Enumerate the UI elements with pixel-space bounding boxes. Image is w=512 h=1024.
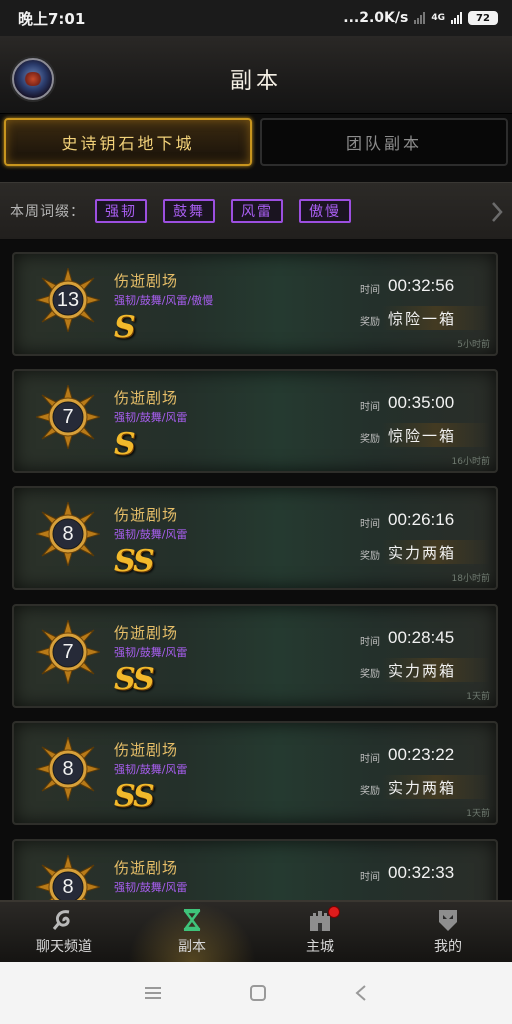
run-affixes: 强韧/鼓舞/风雷/傲慢 — [114, 294, 214, 307]
run-list: 13 伤逝剧场 强韧/鼓舞/风雷/傲慢 S 时间 00:32:56 奖励 惊险一… — [0, 244, 512, 900]
reward-label: 奖励 — [360, 434, 380, 445]
time-label: 时间 — [360, 285, 380, 296]
run-card[interactable]: 7 伤逝剧场 强韧/鼓舞/风雷 SS 时间 00:28:45 奖励 实力两箱 1… — [12, 604, 498, 708]
battery-icon: 72 — [468, 11, 498, 25]
keystone-level: 8 — [62, 875, 74, 898]
run-time-ago: 16小时前 — [451, 457, 490, 467]
nav-chat[interactable]: 聊天频道 — [0, 902, 128, 962]
time-label: 时间 — [360, 754, 380, 765]
keystone-level: 7 — [62, 640, 74, 663]
run-grade: S — [114, 310, 136, 345]
run-time-ago: 1天前 — [466, 809, 490, 819]
reward-label: 奖励 — [360, 669, 380, 680]
run-time: 00:32:33 — [388, 863, 455, 882]
hourglass-icon — [183, 909, 201, 931]
run-grade: SS — [114, 662, 155, 697]
keystone-level: 7 — [62, 405, 74, 428]
run-reward: 实力两箱 — [388, 662, 457, 680]
system-nav-bar — [0, 962, 512, 1024]
keystone-level: 8 — [62, 522, 74, 545]
notification-badge — [328, 906, 340, 918]
menu-icon[interactable] — [144, 985, 162, 1001]
status-time: 晚上7:01 — [18, 9, 86, 28]
nav-label: 我的 — [434, 939, 462, 955]
affix-label: 本周词缀： — [10, 204, 85, 220]
run-card[interactable]: 8 伤逝剧场 强韧/鼓舞/风雷 SS 时间 00:26:16 奖励 实力两箱 1… — [12, 486, 498, 590]
nav-label: 主城 — [306, 939, 334, 955]
run-time: 00:23:22 — [388, 745, 455, 764]
time-label: 时间 — [360, 637, 380, 648]
run-reward: 实力两箱 — [388, 544, 457, 562]
weekly-affixes: 本周词缀： 强韧 鼓舞 风雷 傲慢 — [0, 182, 512, 240]
affix-chip[interactable]: 傲慢 — [299, 199, 351, 223]
tab-raid[interactable]: 团队副本 — [260, 118, 508, 166]
signal-strength-icon — [451, 12, 462, 24]
keystone-level: 8 — [62, 757, 74, 780]
run-grade: S — [114, 427, 136, 462]
run-reward: 实力两箱 — [388, 779, 457, 797]
network-speed: ...2.0K/s — [343, 10, 409, 26]
nav-profile[interactable]: 我的 — [384, 902, 512, 962]
run-time: 00:32:56 — [388, 276, 455, 295]
tab-bar: 史诗钥石地下城 团队副本 — [0, 116, 512, 170]
run-affixes: 强韧/鼓舞/风雷 — [114, 763, 188, 776]
reward-label: 奖励 — [360, 551, 380, 562]
affix-chip[interactable]: 强韧 — [95, 199, 147, 223]
status-bar: 晚上7:01 ...2.0K/s 4G 72 — [0, 0, 512, 36]
run-affixes: 强韧/鼓舞/风雷 — [114, 646, 188, 659]
nav-label: 副本 — [178, 939, 206, 955]
run-affixes: 强韧/鼓舞/风雷 — [114, 881, 188, 894]
nav-dungeons[interactable]: 副本 — [128, 902, 256, 962]
reward-label: 奖励 — [360, 317, 380, 328]
run-grade: SS — [114, 779, 155, 814]
page-title: 副本 — [229, 69, 282, 94]
header: 副本 — [0, 36, 512, 114]
run-time: 00:28:45 — [388, 628, 455, 647]
run-card[interactable]: 8 伤逝剧场 强韧/鼓舞/风雷 时间 00:32:33 — [12, 839, 498, 900]
run-affixes: 强韧/鼓舞/风雷 — [114, 411, 188, 424]
time-label: 时间 — [360, 872, 380, 883]
nav-main-city[interactable]: 主城 — [256, 902, 384, 962]
profile-icon — [439, 910, 457, 931]
dungeon-name: 伤逝剧场 — [114, 506, 179, 524]
run-reward: 惊险一箱 — [388, 427, 457, 445]
reward-label: 奖励 — [360, 786, 380, 797]
run-card[interactable]: 7 伤逝剧场 强韧/鼓舞/风雷 S 时间 00:35:00 奖励 惊险一箱 16… — [12, 369, 498, 473]
run-time-ago: 5小时前 — [457, 340, 490, 350]
nav-label: 聊天频道 — [36, 939, 92, 955]
run-reward: 惊险一箱 — [388, 310, 457, 328]
network-type: 4G — [431, 13, 445, 23]
signal-icon — [414, 12, 426, 24]
back-icon[interactable] — [354, 984, 368, 1002]
status-indicators: ...2.0K/s 4G 72 — [343, 10, 498, 26]
dungeon-name: 伤逝剧场 — [114, 272, 179, 290]
affix-chip[interactable]: 鼓舞 — [163, 199, 215, 223]
run-time: 00:26:16 — [388, 510, 455, 529]
time-label: 时间 — [360, 402, 380, 413]
run-time-ago: 18小时前 — [451, 574, 490, 584]
chat-icon — [52, 910, 70, 930]
run-affixes: 强韧/鼓舞/风雷 — [114, 528, 188, 541]
dungeon-name: 伤逝剧场 — [114, 859, 179, 877]
run-time: 00:35:00 — [388, 393, 455, 412]
run-grade: SS — [114, 544, 155, 579]
chevron-right-icon[interactable] — [490, 200, 504, 224]
bottom-nav: 聊天频道 副本 主城 我的 — [0, 900, 512, 962]
keystone-level: 13 — [56, 288, 80, 311]
dungeon-name: 伤逝剧场 — [114, 741, 179, 759]
run-time-ago: 1天前 — [466, 692, 490, 702]
dungeon-name: 伤逝剧场 — [114, 389, 179, 407]
run-card[interactable]: 8 伤逝剧场 强韧/鼓舞/风雷 SS 时间 00:23:22 奖励 实力两箱 1… — [12, 721, 498, 825]
run-card[interactable]: 13 伤逝剧场 强韧/鼓舞/风雷/傲慢 S 时间 00:32:56 奖励 惊险一… — [12, 252, 498, 356]
dungeon-name: 伤逝剧场 — [114, 624, 179, 642]
time-label: 时间 — [360, 519, 380, 530]
affix-chip[interactable]: 风雷 — [231, 199, 283, 223]
home-icon[interactable] — [249, 984, 267, 1002]
tab-mythic-keystone[interactable]: 史诗钥石地下城 — [4, 118, 252, 166]
